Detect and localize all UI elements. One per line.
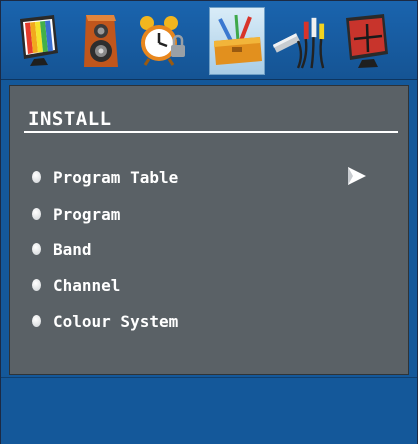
- menu-item-label: Channel: [53, 275, 121, 295]
- tab-source[interactable]: [271, 7, 327, 75]
- menu-item-program-table[interactable]: Program Table: [32, 166, 178, 188]
- menu-item-band[interactable]: Band: [32, 238, 92, 260]
- tab-install[interactable]: [209, 7, 265, 75]
- info-strip: [1, 377, 417, 444]
- tab-sound[interactable]: [73, 7, 129, 75]
- menu-item-channel[interactable]: Channel: [32, 274, 120, 296]
- submenu-arrow-icon[interactable]: [346, 166, 368, 186]
- install-menu-panel: INSTALL Program Table Program Band Chann…: [9, 85, 409, 375]
- toolbox-install-icon: [214, 14, 262, 65]
- menu-title: INSTALL: [28, 108, 112, 130]
- alarm-clock-icon: [140, 16, 185, 66]
- bullet-icon: [32, 208, 41, 220]
- bullet-icon: [32, 243, 41, 255]
- tab-screen[interactable]: [339, 7, 395, 75]
- speaker-icon: [84, 15, 118, 67]
- tab-time[interactable]: [135, 7, 191, 75]
- menu-item-label: Program Table: [53, 167, 179, 187]
- menu-item-label: Band: [53, 239, 92, 259]
- bullet-icon: [32, 279, 41, 291]
- menu-item-program[interactable]: Program: [32, 203, 120, 225]
- tab-picture[interactable]: [11, 7, 67, 75]
- bullet-icon: [32, 315, 41, 327]
- menu-icon-bar: [1, 1, 417, 80]
- osd-frame: INSTALL Program Table Program Band Chann…: [0, 0, 418, 444]
- bullet-icon: [32, 171, 41, 183]
- picture-monitor-icon: [20, 15, 58, 66]
- menu-item-colour-system[interactable]: Colour System: [32, 310, 178, 332]
- menu-item-label: Colour System: [53, 311, 179, 331]
- title-divider: [24, 131, 398, 133]
- menu-item-label: Program: [53, 204, 121, 224]
- screen-crosshair-icon: [346, 14, 388, 68]
- av-cables-icon: [272, 17, 325, 69]
